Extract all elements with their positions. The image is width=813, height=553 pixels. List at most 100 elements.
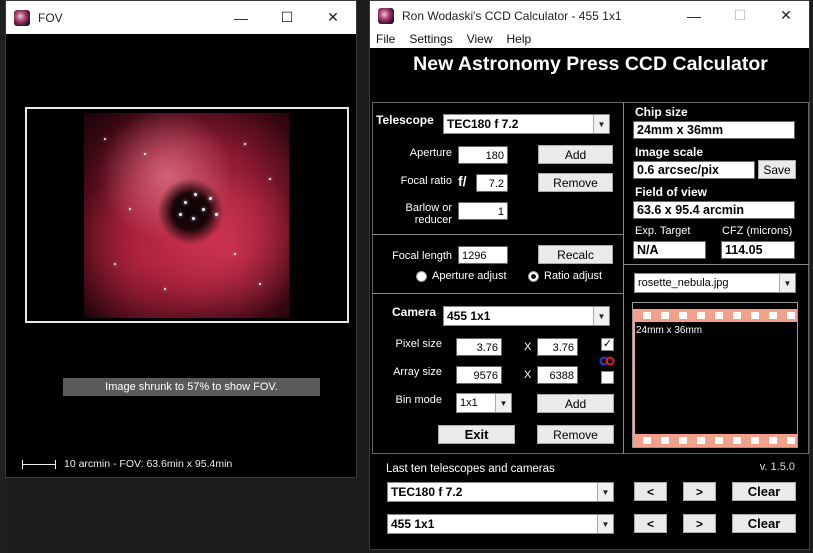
telescope-clear-button[interactable]: Clear bbox=[732, 482, 796, 501]
f-prefix: f/ bbox=[458, 173, 467, 189]
menu-bar: File Settings View Help bbox=[370, 30, 809, 48]
version-label: v. 1.5.0 bbox=[759, 461, 795, 473]
chevron-down-icon: ▼ bbox=[597, 483, 613, 501]
column-divider bbox=[623, 102, 624, 454]
preview-bottom-strip bbox=[633, 434, 797, 447]
bin-mode-select[interactable]: 1x1 ▼ bbox=[456, 393, 512, 413]
telescope-remove-button[interactable]: Remove bbox=[538, 173, 613, 192]
camera-prev-button[interactable]: < bbox=[634, 514, 667, 533]
barlow-label-line1: Barlow or bbox=[405, 202, 452, 214]
focal-ratio-field[interactable]: 7.2 bbox=[476, 174, 508, 192]
image-scale-label: Image scale bbox=[635, 145, 704, 159]
minimize-icon[interactable]: — bbox=[218, 1, 264, 34]
exp-target-label: Exp. Target bbox=[635, 225, 691, 237]
preview-top-strip bbox=[633, 309, 797, 322]
shrink-note: Image shrunk to 57% to show FOV. bbox=[63, 378, 320, 396]
ratio-adjust-radio[interactable]: Ratio adjust bbox=[528, 270, 602, 282]
camera-next-button[interactable]: > bbox=[683, 514, 716, 533]
aperture-field[interactable]: 180 bbox=[458, 146, 508, 164]
save-button[interactable]: Save bbox=[758, 160, 796, 179]
fov-frame bbox=[25, 107, 349, 323]
telescope-select[interactable]: TEC180 f 7.2 ▼ bbox=[443, 114, 610, 134]
chevron-down-icon: ▼ bbox=[593, 307, 609, 325]
window-title: Ron Wodaski's CCD Calculator - 455 1x1 bbox=[402, 8, 622, 23]
menu-view[interactable]: View bbox=[467, 32, 493, 46]
scale-bar: 10 arcmin - FOV: 63.6min x 95.4min bbox=[22, 458, 232, 470]
divider bbox=[623, 264, 809, 265]
chevron-down-icon: ▼ bbox=[597, 515, 613, 533]
barlow-label: Barlow or reducer bbox=[390, 202, 452, 226]
recalc-button[interactable]: Recalc bbox=[538, 245, 613, 264]
scale-bar-line bbox=[22, 459, 56, 469]
preview-left-edge bbox=[633, 316, 635, 436]
barlow-field[interactable]: 1 bbox=[458, 202, 508, 220]
radio-dot-selected bbox=[528, 270, 539, 282]
maximize-icon[interactable]: ☐ bbox=[264, 1, 310, 34]
fov-label: Field of view bbox=[635, 185, 708, 199]
aperture-adjust-radio[interactable]: Aperture adjust bbox=[416, 270, 507, 282]
image-scale-value: 0.6 arcsec/pix bbox=[633, 161, 755, 179]
option-checkbox[interactable] bbox=[601, 371, 614, 384]
divider bbox=[372, 293, 623, 294]
barlow-label-line2: reducer bbox=[414, 214, 452, 226]
array-width-field[interactable]: 9576 bbox=[456, 366, 502, 384]
telescope-label: Telescope bbox=[376, 113, 434, 127]
pixel-height-field[interactable]: 3.76 bbox=[537, 338, 578, 356]
aperture-label: Aperture bbox=[409, 147, 452, 159]
camera-add-button[interactable]: Add bbox=[537, 394, 614, 413]
close-icon[interactable]: ✕ bbox=[310, 1, 356, 34]
nebula-image bbox=[84, 113, 289, 318]
camera-remove-button[interactable]: Remove bbox=[537, 425, 614, 444]
camera-history-select[interactable]: 455 1x1 ▼ bbox=[387, 514, 614, 534]
focal-length-field[interactable]: 1296 bbox=[458, 246, 508, 264]
preview-caption: 24mm x 36mm bbox=[636, 325, 703, 336]
fov-preview: 24mm x 36mm bbox=[632, 302, 798, 448]
image-file-select[interactable]: rosette_nebula.jpg ▼ bbox=[634, 273, 796, 293]
camera-label: Camera bbox=[392, 305, 437, 319]
chevron-down-icon: ▼ bbox=[779, 274, 795, 292]
app-icon bbox=[378, 7, 394, 24]
pixel-size-label: Pixel size bbox=[395, 338, 442, 350]
telescope-history-select[interactable]: TEC180 f 7.2 ▼ bbox=[387, 482, 614, 502]
lock-checkbox[interactable]: ✓ bbox=[601, 338, 614, 351]
radio-dot bbox=[416, 270, 427, 282]
scale-bar-text: 10 arcmin - FOV: 63.6min x 95.4min bbox=[64, 458, 233, 470]
telescope-add-button[interactable]: Add bbox=[538, 145, 613, 164]
app-title: New Astronomy Press CCD Calculator bbox=[413, 53, 768, 75]
camera-select[interactable]: 455 1x1 ▼ bbox=[443, 306, 610, 326]
array-height-field[interactable]: 6388 bbox=[537, 366, 578, 384]
menu-file[interactable]: File bbox=[376, 32, 395, 46]
x-symbol: X bbox=[524, 369, 532, 381]
link-icon bbox=[599, 353, 615, 366]
fov-titlebar[interactable]: FOV — ☐ ✕ bbox=[6, 1, 356, 34]
chip-size-value: 24mm x 36mm bbox=[633, 121, 795, 139]
chevron-down-icon: ▼ bbox=[593, 115, 609, 133]
cfz-label: CFZ (microns) bbox=[722, 225, 793, 237]
history-label: Last ten telescopes and cameras bbox=[386, 463, 555, 475]
fov-window: FOV — ☐ ✕ Image shrunk to 57% to show FO… bbox=[5, 0, 357, 478]
maximize-icon: ☐ bbox=[733, 7, 747, 23]
close-icon[interactable]: ✕ bbox=[763, 1, 809, 30]
cfz-value: 114.05 bbox=[721, 241, 795, 259]
telescope-prev-button[interactable]: < bbox=[634, 482, 667, 501]
focal-length-label: Focal length bbox=[392, 250, 452, 262]
app-icon bbox=[14, 9, 30, 26]
exit-button[interactable]: Exit bbox=[438, 425, 515, 444]
chip-size-label: Chip size bbox=[635, 105, 688, 119]
pixel-width-field[interactable]: 3.76 bbox=[456, 338, 502, 356]
focal-ratio-label: Focal ratio bbox=[400, 175, 452, 187]
window-title: FOV bbox=[38, 10, 63, 25]
telescope-next-button[interactable]: > bbox=[683, 482, 716, 501]
bin-mode-label: Bin mode bbox=[395, 394, 442, 406]
chevron-down-icon: ▼ bbox=[495, 394, 511, 412]
exp-target-value: N/A bbox=[633, 241, 706, 259]
fov-value: 63.6 x 95.4 arcmin bbox=[633, 201, 795, 219]
menu-settings[interactable]: Settings bbox=[409, 32, 452, 46]
divider bbox=[372, 234, 623, 235]
ccd-titlebar[interactable]: Ron Wodaski's CCD Calculator - 455 1x1 —… bbox=[370, 1, 809, 30]
ccd-calculator-window: Ron Wodaski's CCD Calculator - 455 1x1 —… bbox=[369, 0, 810, 550]
minimize-icon[interactable]: — bbox=[671, 1, 717, 30]
camera-clear-button[interactable]: Clear bbox=[732, 514, 796, 533]
menu-help[interactable]: Help bbox=[507, 32, 532, 46]
x-symbol: X bbox=[524, 341, 532, 353]
